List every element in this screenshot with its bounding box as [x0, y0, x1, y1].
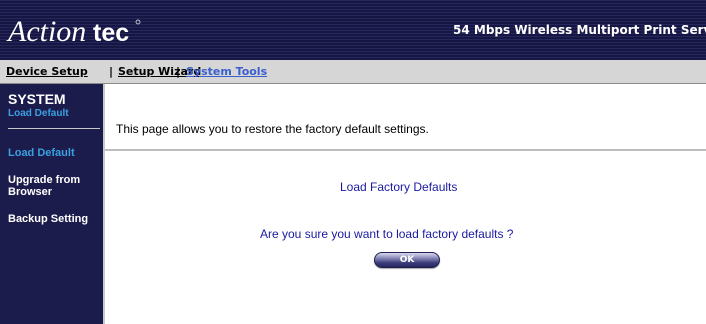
nav-system-tools[interactable]: System Tools	[186, 65, 267, 78]
content-divider	[103, 84, 105, 324]
product-title: 54 Mbps Wireless Multiport Print Server	[453, 23, 706, 37]
content-rule	[105, 149, 706, 151]
nav-separator: |	[109, 65, 114, 78]
nav-separator: |	[176, 65, 181, 78]
svg-text:tec: tec	[93, 19, 129, 47]
nav-device-setup[interactable]: Device Setup	[6, 65, 88, 78]
header-bar: Action tec 54 Mbps Wireless Multiport Pr…	[0, 0, 706, 60]
ok-button[interactable]: OK	[374, 252, 440, 268]
sidebar-title: SYSTEM	[8, 91, 66, 107]
confirm-question: Are you sure you want to load factory de…	[260, 227, 514, 241]
sidebar-divider	[8, 128, 100, 129]
section-title: Load Factory Defaults	[340, 180, 458, 194]
page-description: This page allows you to restore the fact…	[116, 122, 429, 136]
svg-text:Action: Action	[6, 15, 86, 48]
ok-button-label: OK	[399, 254, 415, 265]
sidebar-item-backup-setting[interactable]: Backup Setting	[8, 213, 100, 225]
sidebar-item-load-default[interactable]: Load Default	[8, 147, 100, 159]
sidebar-item-upgrade-from-browser[interactable]: Upgrade from Browser	[8, 174, 100, 198]
sidebar-subtitle: Load Default	[8, 108, 69, 119]
actiontec-logo: Action tec	[6, 15, 141, 48]
top-navigation: Device Setup | Setup Wizard | System Too…	[0, 60, 706, 84]
sidebar: SYSTEM Load Default Load Default Upgrade…	[0, 84, 103, 324]
